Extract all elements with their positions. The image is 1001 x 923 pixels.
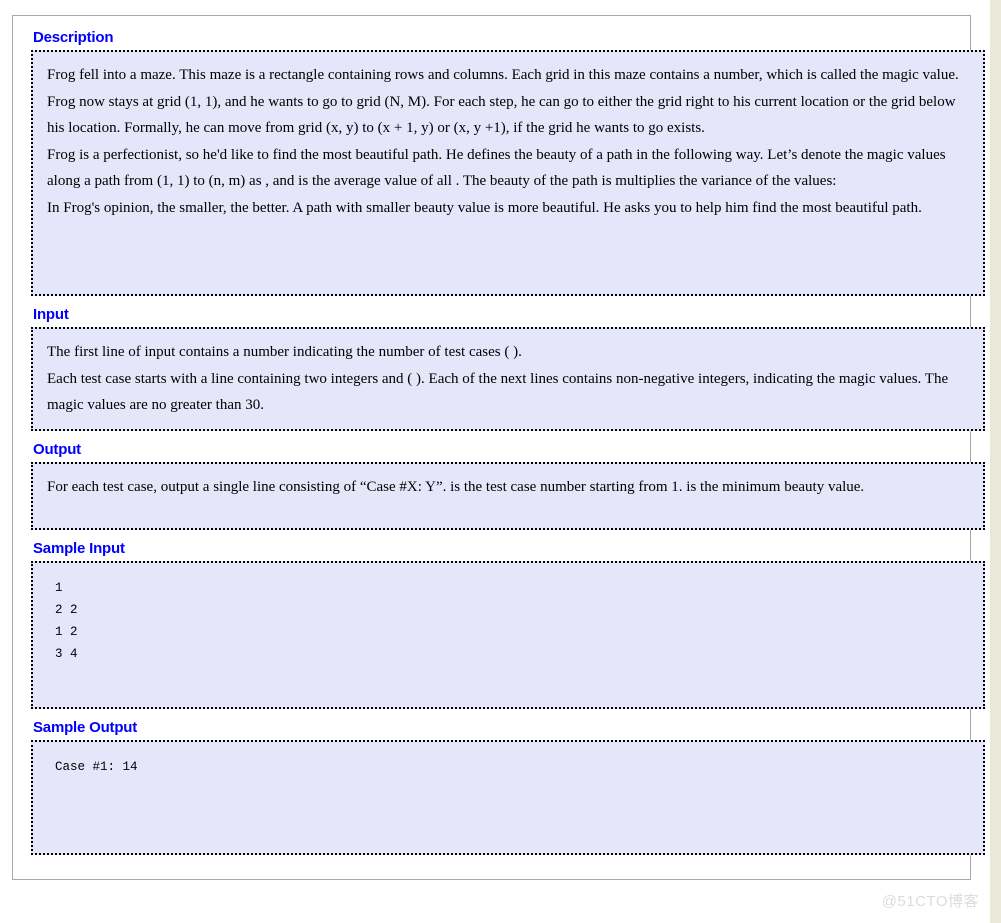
output-paragraph-1: For each test case, output a single line… (47, 478, 865, 495)
spacer-after-output (31, 530, 985, 539)
section-input: Input The first line of input contains a… (31, 305, 985, 431)
description-paragraph-3: In Frog's opinion, the smaller, the bett… (47, 199, 922, 216)
section-header-description: Description (33, 29, 114, 46)
description-paragraph-2: Frog is a perfectionist, so he'd like to… (47, 146, 946, 190)
input-paragraph-1: The first line of input contains a numbe… (47, 344, 522, 360)
spacer-after-description (31, 296, 985, 305)
sample-output-code: Case #1: 14 (55, 759, 138, 774)
sample-input-code: 1 2 2 1 2 3 4 (55, 580, 78, 661)
section-header-sample-input: Sample Input (33, 539, 125, 557)
section-sample-output: Sample Output Case #1: 14 (31, 718, 985, 855)
input-paragraph-2: Each test case starts with a line contai… (47, 370, 949, 414)
description-panel: Frog fell into a maze. This maze is a re… (31, 50, 985, 296)
spacer-after-sample-input (31, 709, 985, 718)
page-right-edge-strip (990, 0, 1001, 923)
watermark-label: @51CTO博客 (881, 893, 979, 910)
sample-input-panel: 1 2 2 1 2 3 4 (31, 560, 985, 709)
problem-statement-content: Description Frog fell into a maze. This … (31, 28, 985, 855)
spacer-after-input (31, 431, 985, 440)
section-output: Output For each test case, output a sing… (31, 440, 985, 530)
section-description: Description Frog fell into a maze. This … (31, 28, 985, 296)
output-panel: For each test case, output a single line… (31, 461, 985, 530)
sample-output-panel: Case #1: 14 (31, 739, 985, 855)
description-paragraph-1: Frog fell into a maze. This maze is a re… (47, 67, 959, 136)
section-header-output: Output (33, 440, 81, 458)
input-panel: The first line of input contains a numbe… (31, 327, 985, 431)
section-header-input: Input (33, 306, 69, 323)
section-header-sample-output: Sample Output (33, 718, 138, 736)
section-sample-input: Sample Input 1 2 2 1 2 3 4 (31, 539, 985, 709)
